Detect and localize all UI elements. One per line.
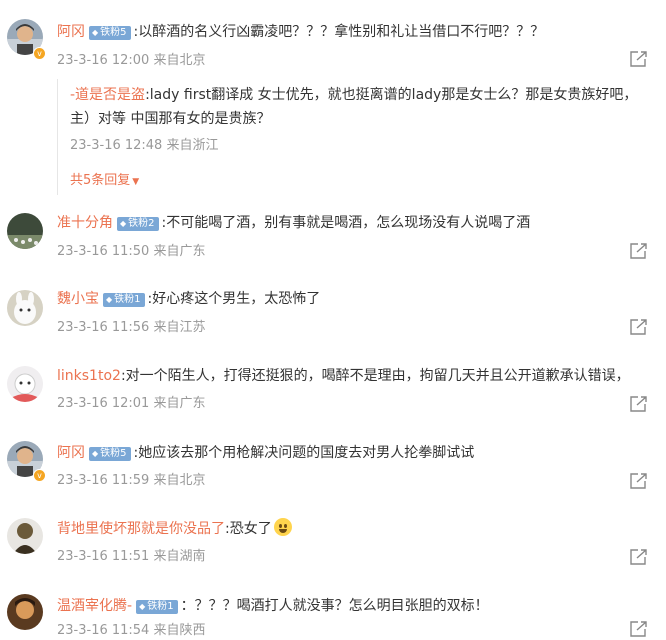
fan-badge[interactable]: ◆ 铁粉5 xyxy=(89,26,131,40)
share-icon[interactable] xyxy=(629,472,649,490)
diamond-icon: ◆ xyxy=(139,602,146,611)
fan-badge[interactable]: ◆ 铁粉2 xyxy=(117,217,159,231)
diamond-icon: ◆ xyxy=(120,219,127,228)
more-replies-link[interactable]: 共5条回复 ▼ xyxy=(70,172,139,191)
comment-text: :以醉酒的名义行凶霸凌吧？？？拿性别和礼让当借口不行吧？？？ xyxy=(133,24,545,40)
username[interactable]: 阿冈 xyxy=(57,445,85,461)
comment-text: ：？？？喝酒打人就没事？怎么明目张胆的双标！ xyxy=(180,598,489,614)
fan-badge[interactable]: ◆ 铁粉1 xyxy=(103,293,145,307)
username[interactable]: 温酒宰化腾- xyxy=(57,598,132,614)
chevron-down-icon: ▼ xyxy=(132,177,140,187)
diamond-icon: ◆ xyxy=(92,449,99,458)
comment-text: :好心疼这个男生，太恐怖了 xyxy=(147,291,321,307)
username[interactable]: 背地里使坏那就是你没品了 xyxy=(57,521,225,537)
comment-meta: 23-3-16 11:51 来自湖南 xyxy=(57,549,206,564)
share-icon[interactable] xyxy=(629,395,649,413)
comment-meta: 23-3-16 11:56 来自江苏 xyxy=(57,320,206,335)
reply-text: :lady first翻译成 女士优先，就也挺离谱的lady那是女士么？那是女贵… xyxy=(145,87,638,103)
share-icon[interactable] xyxy=(629,620,649,638)
reply-username[interactable]: -道是否是盗 xyxy=(70,87,145,103)
verified-icon: v xyxy=(33,469,46,482)
username[interactable]: 魏小宝 xyxy=(57,291,99,307)
username[interactable]: 阿冈 xyxy=(57,24,85,40)
comment-text: :恐女了 xyxy=(225,521,272,537)
comment-meta: 23-3-16 11:59 来自北京 xyxy=(57,473,206,488)
share-icon[interactable] xyxy=(629,548,649,566)
avatar[interactable] xyxy=(7,213,43,249)
comment-text: :对一个陌生人，打得还挺狠的，喝醉不是理由，拘留几天并且公开道歉承认错误， xyxy=(120,368,630,384)
reply-thread: -道是否是盗:lady first翻译成 女士优先，就也挺离谱的lady那是女士… xyxy=(57,79,666,195)
avatar[interactable] xyxy=(7,518,43,554)
comment-text: :她应该去那个用枪解决问题的国度去对男人抡拳脚试试 xyxy=(133,445,475,461)
fan-badge[interactable]: ◆ 铁粉5 xyxy=(89,447,131,461)
diamond-icon: ◆ xyxy=(92,28,99,37)
username[interactable]: links1to2 xyxy=(57,368,121,384)
comment-meta: 23-3-16 12:01 来自广东 xyxy=(57,396,206,411)
crying-face-icon xyxy=(273,518,292,536)
username[interactable]: 准十分角 xyxy=(57,215,113,231)
comment-meta: 23-3-16 11:54 来自陕西 xyxy=(57,623,206,638)
share-icon[interactable] xyxy=(629,318,649,336)
reply-text-cont: 主）对等 中国那有女的是贵族？ xyxy=(70,111,271,127)
share-icon[interactable] xyxy=(629,50,649,68)
fan-badge[interactable]: ◆ 铁粉1 xyxy=(136,600,178,614)
avatar[interactable] xyxy=(7,290,43,326)
avatar[interactable] xyxy=(7,366,43,402)
comment-meta: 23-3-16 11:50 来自广东 xyxy=(57,244,206,259)
verified-icon: v xyxy=(33,47,46,60)
reply-meta: 23-3-16 12:48 来自浙江 xyxy=(70,138,219,153)
share-icon[interactable] xyxy=(629,242,649,260)
diamond-icon: ◆ xyxy=(106,295,113,304)
avatar[interactable] xyxy=(7,594,43,630)
comment-text: :不可能喝了酒，别有事就是喝酒，怎么现场没有人说喝了酒 xyxy=(161,215,531,231)
comment-meta: 23-3-16 12:00 来自北京 xyxy=(57,53,206,68)
